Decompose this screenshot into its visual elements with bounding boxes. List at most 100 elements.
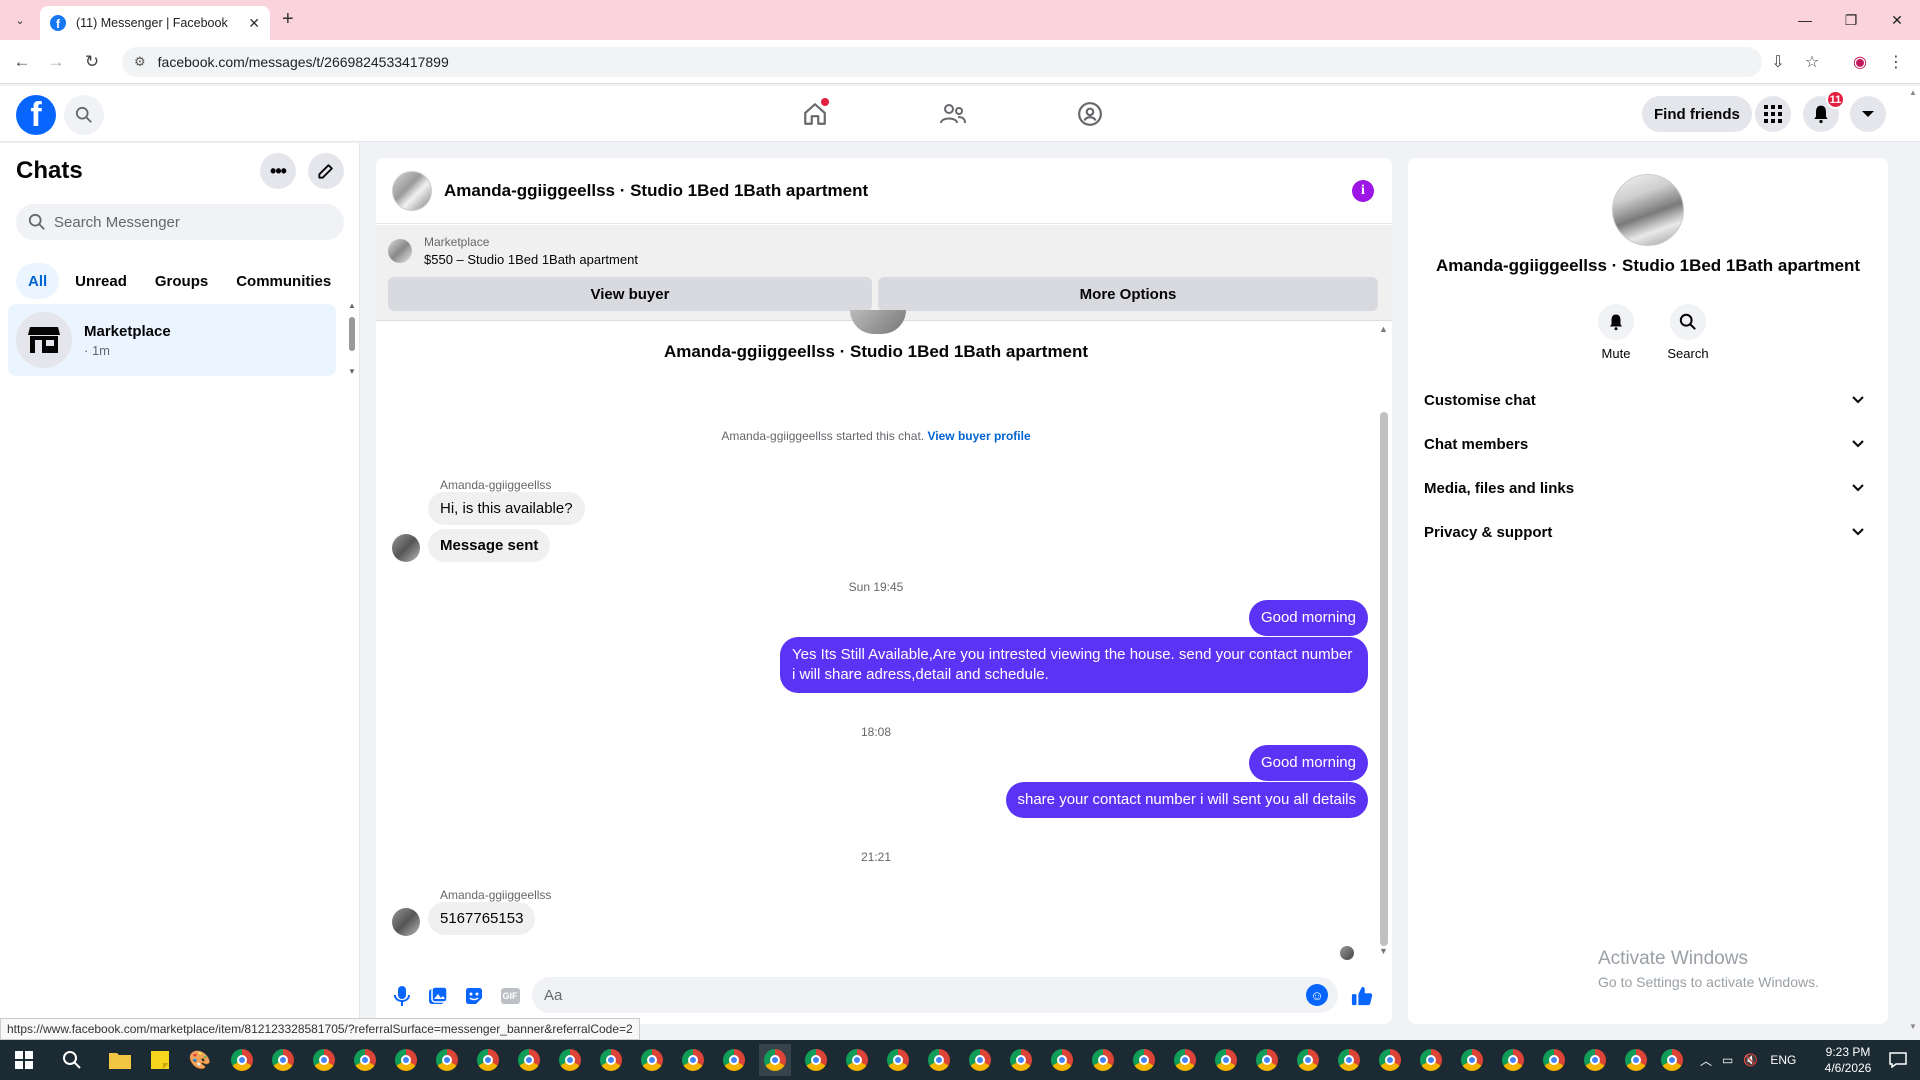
- network-icon[interactable]: ▭: [1722, 1053, 1733, 1067]
- facebook-logo-icon[interactable]: f: [16, 95, 56, 135]
- conversation-avatar[interactable]: [392, 170, 432, 211]
- taskbar-chrome-3[interactable]: [308, 1044, 340, 1076]
- chat-list-item-marketplace[interactable]: Marketplace · 1m: [8, 304, 336, 376]
- restore-icon[interactable]: ❐: [1828, 0, 1874, 40]
- outgoing-message[interactable]: Good morning: [1248, 745, 1368, 781]
- listing-summary[interactable]: Marketplace $550 – Studio 1Bed 1Bath apa…: [388, 235, 638, 267]
- taskbar-chrome-32[interactable]: [1497, 1044, 1529, 1076]
- taskbar-chrome-27[interactable]: [1292, 1044, 1324, 1076]
- taskbar-chrome-11[interactable]: [636, 1044, 668, 1076]
- incoming-message[interactable]: Message sent: [428, 529, 551, 562]
- filter-communities[interactable]: Communities: [224, 263, 343, 299]
- taskbar-chrome-31[interactable]: [1456, 1044, 1488, 1076]
- send-like-button[interactable]: [1348, 982, 1376, 1010]
- bookmark-star-icon[interactable]: ☆: [1800, 50, 1824, 74]
- conversation-info-icon[interactable]: i: [1352, 180, 1374, 202]
- volume-muted-icon[interactable]: 🔇: [1743, 1053, 1758, 1067]
- filter-unread[interactable]: Unread: [63, 263, 139, 299]
- find-friends-button[interactable]: Find friends: [1642, 96, 1752, 132]
- incoming-message[interactable]: Hi, is this available?: [428, 492, 585, 525]
- mute-action[interactable]: Mute: [1586, 304, 1646, 361]
- install-app-icon[interactable]: ⇩: [1766, 50, 1790, 74]
- start-button[interactable]: [8, 1044, 40, 1076]
- search-in-conversation-action[interactable]: Search: [1658, 304, 1718, 361]
- taskbar-chrome-13[interactable]: [718, 1044, 750, 1076]
- taskbar-chrome-17[interactable]: [882, 1044, 914, 1076]
- file-explorer-button[interactable]: [104, 1044, 136, 1076]
- taskbar-chrome-7[interactable]: [472, 1044, 504, 1076]
- message-input[interactable]: Aa ☺: [532, 977, 1338, 1013]
- filter-groups[interactable]: Groups: [143, 263, 220, 299]
- taskbar-chrome-6[interactable]: [431, 1044, 463, 1076]
- taskbar-chrome-25[interactable]: [1210, 1044, 1242, 1076]
- outgoing-message[interactable]: Yes Its Still Available,Are you intreste…: [780, 637, 1368, 693]
- taskbar-chrome-23[interactable]: [1128, 1044, 1160, 1076]
- taskbar-chrome-16[interactable]: [841, 1044, 873, 1076]
- nav-home[interactable]: [795, 94, 835, 134]
- paint-app-button[interactable]: 🎨: [184, 1044, 216, 1076]
- reload-icon[interactable]: ↻: [80, 50, 104, 74]
- sticky-notes-button[interactable]: [144, 1044, 176, 1076]
- gif-button[interactable]: GIF: [496, 982, 524, 1010]
- media-files-links-section[interactable]: Media, files and links: [1424, 470, 1872, 506]
- taskbar-chrome-29[interactable]: [1374, 1044, 1406, 1076]
- search-messenger-input[interactable]: Search Messenger: [16, 204, 344, 240]
- profile-icon[interactable]: ◉: [1848, 50, 1872, 74]
- taskbar-chrome-15[interactable]: [800, 1044, 832, 1076]
- taskbar-chrome-12[interactable]: [677, 1044, 709, 1076]
- taskbar-chrome-20[interactable]: [1005, 1044, 1037, 1076]
- taskbar-chrome-8[interactable]: [513, 1044, 545, 1076]
- outgoing-message[interactable]: Good morning: [1248, 600, 1368, 636]
- menu-grid-button[interactable]: [1755, 96, 1791, 132]
- taskbar-chrome-35[interactable]: [1620, 1044, 1652, 1076]
- new-tab-icon[interactable]: +: [282, 8, 294, 31]
- minimize-icon[interactable]: —: [1782, 0, 1828, 40]
- voice-clip-button[interactable]: [388, 982, 416, 1010]
- notification-center-button[interactable]: [1882, 1044, 1914, 1076]
- forward-icon[interactable]: →: [44, 50, 68, 74]
- sender-avatar[interactable]: [392, 908, 420, 936]
- message-scrollbar[interactable]: ▲ ▼: [1376, 322, 1392, 958]
- tab-search-dropdown-icon[interactable]: ⌄: [8, 10, 32, 30]
- privacy-support-section[interactable]: Privacy & support: [1424, 514, 1872, 550]
- nav-groups[interactable]: [1070, 94, 1110, 134]
- taskbar-chrome-2[interactable]: [267, 1044, 299, 1076]
- incoming-message[interactable]: 5167765153: [428, 902, 536, 935]
- taskbar-chrome-26[interactable]: [1251, 1044, 1283, 1076]
- taskbar-chrome-9[interactable]: [554, 1044, 586, 1076]
- view-buyer-profile-link[interactable]: View buyer profile: [927, 429, 1030, 443]
- taskbar-chrome-21[interactable]: [1046, 1044, 1078, 1076]
- taskbar-chrome-4[interactable]: [349, 1044, 381, 1076]
- details-avatar[interactable]: [1612, 174, 1684, 246]
- customise-chat-section[interactable]: Customise chat: [1424, 382, 1872, 418]
- view-buyer-button[interactable]: View buyer: [388, 277, 872, 311]
- filter-all[interactable]: All: [16, 263, 60, 299]
- taskbar-chrome-28[interactable]: [1333, 1044, 1365, 1076]
- browser-menu-icon[interactable]: ⋮: [1884, 50, 1908, 74]
- taskbar-chrome-19[interactable]: [964, 1044, 996, 1076]
- taskbar-chrome-22[interactable]: [1087, 1044, 1119, 1076]
- taskbar-chrome-30[interactable]: [1415, 1044, 1447, 1076]
- account-menu-button[interactable]: [1850, 96, 1886, 132]
- notifications-button[interactable]: 11: [1803, 90, 1845, 132]
- taskbar-chrome-33[interactable]: [1538, 1044, 1570, 1076]
- chat-members-section[interactable]: Chat members: [1424, 426, 1872, 462]
- taskbar-chrome-10[interactable]: [595, 1044, 627, 1076]
- taskbar-chrome-34[interactable]: [1579, 1044, 1611, 1076]
- more-options-button[interactable]: More Options: [878, 277, 1378, 311]
- new-message-button[interactable]: [308, 153, 344, 189]
- site-info-icon[interactable]: ⚙: [134, 54, 146, 70]
- taskbar-chrome-active[interactable]: [759, 1044, 791, 1076]
- attach-photo-button[interactable]: [424, 982, 452, 1010]
- browser-tab-messenger[interactable]: f (11) Messenger | Facebook ✕: [40, 6, 270, 40]
- chats-options-button[interactable]: •••: [260, 153, 296, 189]
- taskbar-chrome-1[interactable]: [226, 1044, 258, 1076]
- chat-list-scrollbar[interactable]: ▲ ▼: [346, 301, 360, 377]
- facebook-search-button[interactable]: [64, 95, 104, 135]
- url-omnibox[interactable]: ⚙ facebook.com/messages/t/26698245334178…: [122, 47, 1762, 77]
- outgoing-message[interactable]: share your contact number i will sent yo…: [1005, 782, 1368, 818]
- conversation-title[interactable]: Amanda-ggiiggeellss · Studio 1Bed 1Bath …: [444, 181, 868, 201]
- page-scrollbar[interactable]: ▲ ▼: [1906, 86, 1920, 1040]
- window-close-icon[interactable]: ✕: [1874, 0, 1920, 40]
- show-hidden-icons-icon[interactable]: ︿: [1700, 1052, 1712, 1069]
